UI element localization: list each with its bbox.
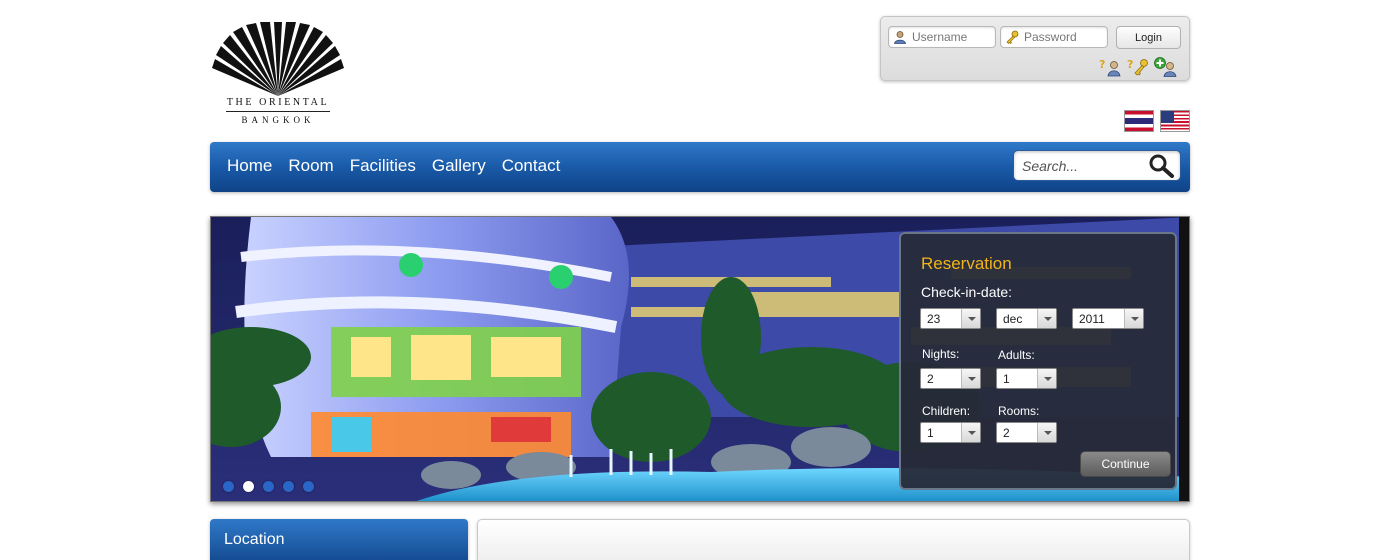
slider-dot[interactable] — [263, 481, 274, 492]
location-panel-header: Location — [210, 519, 468, 560]
user-icon — [893, 30, 907, 44]
logo-text-city: BANGKOK — [241, 115, 315, 125]
register-icon[interactable] — [1154, 57, 1178, 77]
rooms-value: 2 — [1003, 426, 1010, 440]
rooms-select[interactable]: 2 — [996, 422, 1057, 443]
children-select[interactable]: 1 — [920, 422, 981, 443]
nav-item-room[interactable]: Room — [288, 156, 333, 176]
logo-divider — [226, 111, 330, 112]
checkin-label: Check-in-date: — [921, 284, 1013, 300]
adults-value: 1 — [1003, 372, 1010, 386]
password-field[interactable]: Password — [1000, 26, 1108, 48]
continue-button[interactable]: Continue — [1080, 451, 1171, 477]
nights-select[interactable]: 2 — [920, 368, 981, 389]
content-panel — [477, 519, 1190, 560]
hotel-logo[interactable]: THE ORIENTAL BANGKOK — [210, 20, 346, 130]
reservation-title: Reservation — [921, 254, 1012, 273]
nav-menu: Home Room Facilities Gallery Contact — [227, 156, 560, 176]
username-placeholder: Username — [912, 30, 968, 44]
us-flag-canton — [1161, 111, 1174, 123]
chevron-down-icon — [1037, 309, 1056, 328]
logo-text-name: THE ORIENTAL — [226, 97, 330, 108]
key-icon — [1005, 30, 1019, 44]
main-navigation: Home Room Facilities Gallery Contact — [210, 142, 1190, 192]
rooms-label: Rooms: — [998, 404, 1040, 418]
nights-label: Nights: — [922, 347, 960, 361]
chevron-down-icon — [1037, 369, 1056, 388]
chevron-down-icon — [1124, 309, 1143, 328]
nights-value: 2 — [927, 372, 934, 386]
children-label: Children: — [922, 404, 971, 418]
children-value: 1 — [927, 426, 934, 440]
checkin-day-value: 23 — [927, 312, 941, 326]
search-box — [1013, 150, 1181, 181]
login-button[interactable]: Login — [1116, 26, 1181, 49]
nav-item-facilities[interactable]: Facilities — [350, 156, 416, 176]
chevron-down-icon — [1037, 423, 1056, 442]
thai-flag-icon[interactable] — [1124, 110, 1154, 132]
chevron-down-icon — [961, 309, 980, 328]
checkin-day-select[interactable]: 23 — [920, 308, 981, 329]
slider-dot[interactable] — [223, 481, 234, 492]
slider-dot-active[interactable] — [243, 481, 254, 492]
slider-pagination — [223, 481, 314, 492]
adults-select[interactable]: 1 — [996, 368, 1057, 389]
fan-logo-icon — [212, 22, 344, 96]
login-panel: Username Password Login ? ? — [880, 16, 1190, 81]
password-placeholder: Password — [1024, 30, 1077, 44]
reservation-panel: Reservation Check-in-date: 23 dec 2011 N… — [899, 232, 1177, 490]
slider-dot[interactable] — [283, 481, 294, 492]
forgot-password-icon[interactable]: ? — [1127, 57, 1151, 77]
search-input[interactable] — [1022, 156, 1142, 176]
chevron-down-icon — [961, 423, 980, 442]
nav-item-gallery[interactable]: Gallery — [432, 156, 486, 176]
checkin-year-value: 2011 — [1079, 312, 1105, 326]
adults-label: Adults: — [998, 348, 1035, 362]
nav-item-home[interactable]: Home — [227, 156, 272, 176]
hero-slider: Reservation Check-in-date: 23 dec 2011 N… — [210, 216, 1190, 502]
svg-text:?: ? — [1127, 58, 1133, 71]
nav-item-contact[interactable]: Contact — [502, 156, 561, 176]
search-icon[interactable] — [1147, 154, 1177, 178]
forgot-username-icon[interactable]: ? — [1099, 57, 1123, 77]
checkin-month-select[interactable]: dec — [996, 308, 1057, 329]
svg-text:?: ? — [1099, 58, 1105, 71]
username-field[interactable]: Username — [888, 26, 996, 48]
chevron-down-icon — [961, 369, 980, 388]
checkin-year-select[interactable]: 2011 — [1072, 308, 1144, 329]
checkin-month-value: dec — [1003, 312, 1023, 326]
location-title: Location — [224, 531, 285, 548]
slider-dot[interactable] — [303, 481, 314, 492]
us-flag-icon[interactable] — [1160, 110, 1190, 132]
